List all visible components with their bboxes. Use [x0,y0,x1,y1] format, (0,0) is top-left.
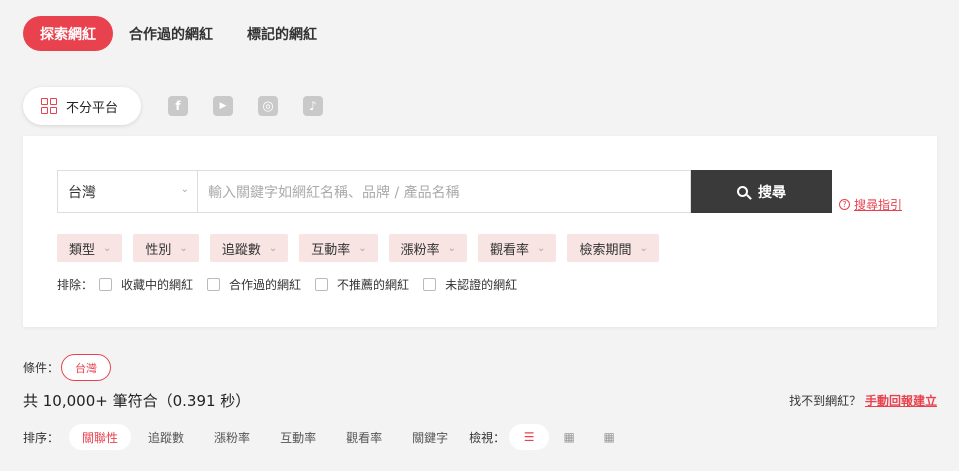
card-view-icon[interactable]: ▦ [549,424,589,450]
grid-icon [41,98,57,114]
filter-followers[interactable]: 追蹤數 ⌄ [209,234,289,262]
filter-type[interactable]: 類型 ⌄ [57,234,123,262]
exclude-option-label: 合作過的網紅 [229,278,302,292]
search-button[interactable]: 搜尋 [691,170,832,213]
filter-label: 漲粉率 [400,242,440,258]
result-count: 共 10,000+ 筆符合（0.391 秒） [23,392,251,410]
exclude-unverified[interactable]: 未認證的網紅 [423,276,517,293]
search-guide-label: 搜尋指引 [854,198,903,212]
sort-bar: 排序： 關聯性 追蹤數 漲粉率 互動率 觀看率 關鍵字 檢視： ☰ ▦ ▦ [23,424,629,450]
chevron-down-icon: ⌄ [447,242,457,254]
filter-label: 類型 [69,242,96,258]
filter-label: 性別 [145,242,172,258]
view-label: 檢視： [469,430,506,445]
chevron-down-icon: ⌄ [268,242,278,254]
checkbox[interactable] [207,278,221,291]
exclude-not-recommended[interactable]: 不推薦的網紅 [315,276,409,293]
exclude-options: 排除： 收藏中的網紅 合作過的網紅 不推薦的網紅 未認證的網紅 [57,276,531,293]
filter-label: 互動率 [311,242,351,258]
region-value: 台灣 [68,184,96,201]
tiktok-icon[interactable]: ♪ [303,96,323,116]
checkbox[interactable] [99,278,113,291]
report-hint: 找不到網紅？ 手動回報建立 [789,392,937,409]
filter-bar: 類型 ⌄ 性別 ⌄ 追蹤數 ⌄ 互動率 ⌄ 漲粉率 ⌄ 觀看率 ⌄ 檢索期間 ⌄ [57,234,670,262]
conditions: 條件： 台灣 [23,354,112,381]
filter-period[interactable]: 檢索期間 ⌄ [567,234,659,262]
sort-relevance[interactable]: 關聯性 [69,424,132,450]
conditions-label: 條件： [23,361,60,375]
exclude-label: 排除： [57,278,94,292]
checkbox[interactable] [423,278,437,291]
table-view-icon[interactable]: ▦ [589,424,629,450]
filter-label: 檢索期間 [579,242,632,258]
filter-growth[interactable]: 漲粉率 ⌄ [388,234,468,262]
sort-followers[interactable]: 追蹤數 [135,424,197,450]
tab-explore[interactable]: 探索網紅 [23,16,113,51]
facebook-icon[interactable]: f [168,96,188,116]
search-button-label: 搜尋 [758,184,786,201]
chevron-down-icon: ⌄ [180,184,189,195]
chevron-down-icon: ⌄ [358,242,367,254]
youtube-icon[interactable]: ▶ [213,96,233,116]
filter-view-rate[interactable]: 觀看率 ⌄ [478,234,557,262]
filter-label: 追蹤數 [221,242,261,258]
sort-growth[interactable]: 漲粉率 [201,424,263,450]
exclude-option-label: 收藏中的網紅 [121,278,194,292]
chevron-down-icon: ⌄ [537,242,546,254]
main-tabs: 探索網紅 合作過的網紅 標記的網紅 [23,16,341,51]
filter-label: 觀看率 [490,242,530,258]
sort-keyword[interactable]: 關鍵字 [399,424,461,450]
filter-engagement[interactable]: 互動率 ⌄ [299,234,378,262]
tab-marked[interactable]: 標記的網紅 [237,16,327,51]
region-select[interactable]: 台灣 ⌄ [57,170,197,213]
tab-collaborated[interactable]: 合作過的網紅 [119,16,223,51]
search-input[interactable]: 輸入關鍵字如網紅名稱、品牌 / 產品名稱 [197,170,691,213]
sort-engagement[interactable]: 互動率 [267,424,329,450]
search-icon [737,186,748,197]
platform-all-button[interactable]: 不分平台 [23,87,141,125]
filter-gender[interactable]: 性別 ⌄ [133,234,199,262]
condition-tag[interactable]: 台灣 [61,354,112,381]
list-view-icon[interactable]: ☰ [509,424,550,450]
exclude-option-label: 未認證的網紅 [445,278,518,292]
exclude-favorited[interactable]: 收藏中的網紅 [99,276,193,293]
exclude-option-label: 不推薦的網紅 [337,278,410,292]
search-card: 台灣 ⌄ 輸入關鍵字如網紅名稱、品牌 / 產品名稱 搜尋 ? 搜尋指引 類型 ⌄ … [23,136,937,327]
report-text: 找不到網紅？ [789,394,862,408]
report-link[interactable]: 手動回報建立 [865,394,937,408]
instagram-icon[interactable]: ◎ [258,96,278,116]
platform-icons: f ▶ ◎ ♪ [168,96,323,116]
sort-view-rate[interactable]: 觀看率 [333,424,395,450]
chevron-down-icon: ⌄ [103,242,112,254]
checkbox[interactable] [315,278,329,291]
platform-all-label: 不分平台 [66,100,119,116]
question-icon: ? [839,199,850,210]
chevron-down-icon: ⌄ [639,242,648,254]
search-guide-link[interactable]: ? 搜尋指引 [839,196,902,213]
chevron-down-icon: ⌄ [179,242,188,254]
exclude-collaborated[interactable]: 合作過的網紅 [207,276,301,293]
sort-label: 排序： [23,430,60,445]
platform-selector: 不分平台 f ▶ ◎ ♪ [23,87,323,125]
